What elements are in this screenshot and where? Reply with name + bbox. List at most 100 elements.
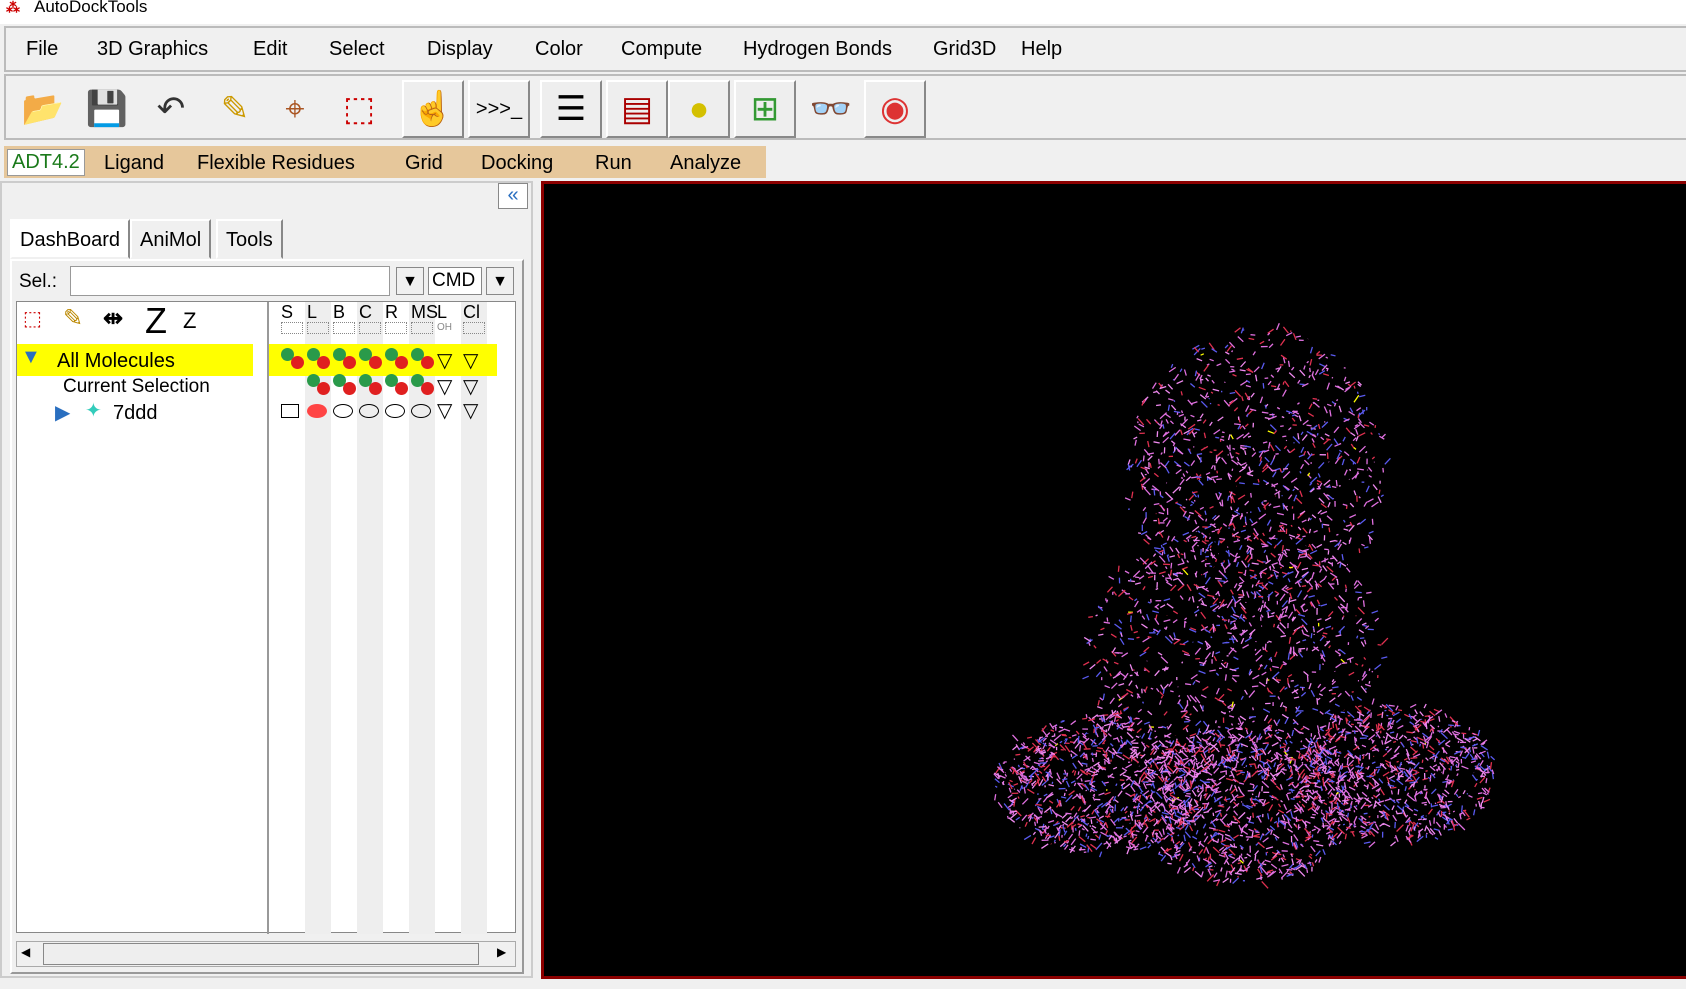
adt-tab-bar: ADT4.2 Ligand Flexible Residues Grid Doc… <box>4 146 766 178</box>
tab-tools[interactable]: Tools <box>216 219 283 259</box>
open-file-icon[interactable]: 📂 <box>12 80 74 138</box>
scrollbar-thumb[interactable] <box>43 943 479 965</box>
toggle-dots-icon[interactable] <box>307 348 333 370</box>
toggle-dots-icon[interactable] <box>385 374 411 396</box>
zoom-large-icon[interactable]: Z <box>145 300 167 342</box>
expand-right-icon[interactable]: ▶ <box>55 400 70 425</box>
column-header[interactable]: Cl <box>463 302 480 323</box>
toggle-dots-icon[interactable] <box>307 374 333 396</box>
expand-down-icon[interactable]: ▼ <box>21 346 41 369</box>
menu-help[interactable]: Help <box>1021 38 1062 61</box>
tab-run[interactable]: Run <box>595 152 632 175</box>
toggle-dots-icon[interactable] <box>333 374 359 396</box>
column-header[interactable]: B <box>333 302 345 323</box>
column-stripe <box>305 302 331 934</box>
status-bar <box>0 979 1686 989</box>
tab-ligand[interactable]: Ligand <box>104 152 164 175</box>
select-icon[interactable]: ⬚ <box>23 306 42 331</box>
tab-adt42[interactable]: ADT4.2 <box>7 149 85 176</box>
fog-icon[interactable]: ◉ <box>864 80 926 138</box>
3d-viewer[interactable] <box>541 181 1686 979</box>
menu-display[interactable]: Display <box>427 38 493 61</box>
tab-flexible-residues[interactable]: Flexible Residues <box>197 152 355 175</box>
selection-input[interactable] <box>70 266 390 296</box>
column-icon <box>281 322 303 334</box>
tree-item-current-selection[interactable]: Current Selection <box>63 376 210 398</box>
menu-hydrogen-bonds[interactable]: Hydrogen Bonds <box>743 38 892 61</box>
toggle-triangle-icon[interactable]: ▽ <box>437 374 452 399</box>
stereo-glasses-icon[interactable]: 👓 <box>800 80 862 138</box>
toggle-triangle-icon[interactable]: ▽ <box>463 348 478 373</box>
tab-animol[interactable]: AniMol <box>130 219 212 259</box>
ellipse-filled-icon[interactable] <box>307 404 327 418</box>
ellipse-empty-icon[interactable] <box>411 404 431 418</box>
undo-icon[interactable]: ↶ <box>140 80 202 138</box>
menu-compute[interactable]: Compute <box>621 38 702 61</box>
ellipse-empty-icon[interactable] <box>359 404 379 418</box>
python-shell-icon[interactable]: >>>_ <box>468 80 530 138</box>
ellipse-empty-icon[interactable] <box>333 404 353 418</box>
tab-docking[interactable]: Docking <box>481 152 553 175</box>
column-icon <box>463 322 485 334</box>
toggle-dots-icon[interactable] <box>333 348 359 370</box>
hand-pointer-icon[interactable]: ☝ <box>402 80 464 138</box>
horizontal-scrollbar[interactable]: ◀ ▶ <box>16 941 516 967</box>
tree-item-all-molecules[interactable]: All Molecules <box>57 350 175 373</box>
column-icon <box>307 322 329 334</box>
menu-3d-graphics[interactable]: 3D Graphics <box>97 38 208 61</box>
network-icon[interactable]: ⊞ <box>734 80 796 138</box>
pencil-icon[interactable]: ✎ <box>63 304 83 333</box>
toggle-dots-icon[interactable] <box>359 374 385 396</box>
scroll-right-icon[interactable]: ▶ <box>497 945 506 959</box>
column-header[interactable]: R <box>385 302 398 323</box>
checkbox-icon[interactable] <box>281 404 299 418</box>
menu-edit[interactable]: Edit <box>253 38 287 61</box>
toggle-triangle-icon[interactable]: ▽ <box>437 348 452 373</box>
menu-select[interactable]: Select <box>329 38 385 61</box>
ellipse-empty-icon[interactable] <box>385 404 405 418</box>
title-bar: ⁂ AutoDockTools <box>0 0 1686 24</box>
tab-analyze[interactable]: Analyze <box>670 152 741 175</box>
column-header[interactable]: MS <box>411 302 438 323</box>
pencil-icon[interactable]: ✎ <box>204 80 266 138</box>
column-header[interactable]: S <box>281 302 293 323</box>
column-stripe <box>357 302 383 934</box>
menu-file[interactable]: File <box>26 38 58 61</box>
collapse-panel-button[interactable]: « <box>498 183 528 209</box>
tab-dashboard[interactable]: DashBoard <box>10 219 131 259</box>
dashboard-panel: « DashBoard AniMol Tools Sel.: ▼ CMD ▼ ⬚… <box>0 181 533 978</box>
distance-icon[interactable]: ⇹ <box>103 304 123 333</box>
toggle-triangle-icon[interactable]: ▽ <box>463 374 478 399</box>
toggle-dots-icon[interactable] <box>281 348 307 370</box>
molecule-tree: ⬚ ✎ ⇹ Z Z ▼ All Molecules Current Select… <box>16 300 516 934</box>
column-header[interactable]: L <box>307 302 317 323</box>
save-icon[interactable]: 💾 <box>76 80 138 138</box>
scroll-left-icon[interactable]: ◀ <box>21 945 30 959</box>
column-icon <box>411 322 433 334</box>
dashboard-icon[interactable]: ▤ <box>606 80 668 138</box>
column-header[interactable]: L <box>437 302 447 323</box>
mode-select[interactable]: CMD <box>428 267 482 295</box>
selection-history-dropdown[interactable]: ▼ <box>396 267 424 295</box>
tree-item-7ddd[interactable]: 7ddd <box>113 402 158 425</box>
menu-color[interactable]: Color <box>535 38 583 61</box>
toggle-dots-icon[interactable] <box>385 348 411 370</box>
toggle-dots-icon[interactable] <box>411 374 437 396</box>
app-logo-icon: ⁂ <box>6 0 20 15</box>
molecule-icon: ✦ <box>85 400 102 422</box>
crosshair-icon[interactable]: ⌖ <box>264 80 326 138</box>
text-lines-icon[interactable]: ☰ <box>540 80 602 138</box>
column-icon: OH <box>437 322 452 333</box>
select-pointer-icon[interactable]: ⬚ <box>328 80 390 138</box>
colored-shapes-icon[interactable]: ● <box>668 80 730 138</box>
mode-dropdown-button[interactable]: ▼ <box>486 267 514 295</box>
tab-grid[interactable]: Grid <box>405 152 443 175</box>
zoom-small-icon[interactable]: Z <box>183 308 196 334</box>
toggle-dots-icon[interactable] <box>359 348 385 370</box>
window-title: AutoDockTools <box>34 0 148 16</box>
toggle-triangle-icon[interactable]: ▽ <box>463 398 478 423</box>
toggle-triangle-icon[interactable]: ▽ <box>437 398 452 423</box>
column-header[interactable]: C <box>359 302 372 323</box>
menu-grid3d[interactable]: Grid3D <box>933 38 996 61</box>
toggle-dots-icon[interactable] <box>411 348 437 370</box>
